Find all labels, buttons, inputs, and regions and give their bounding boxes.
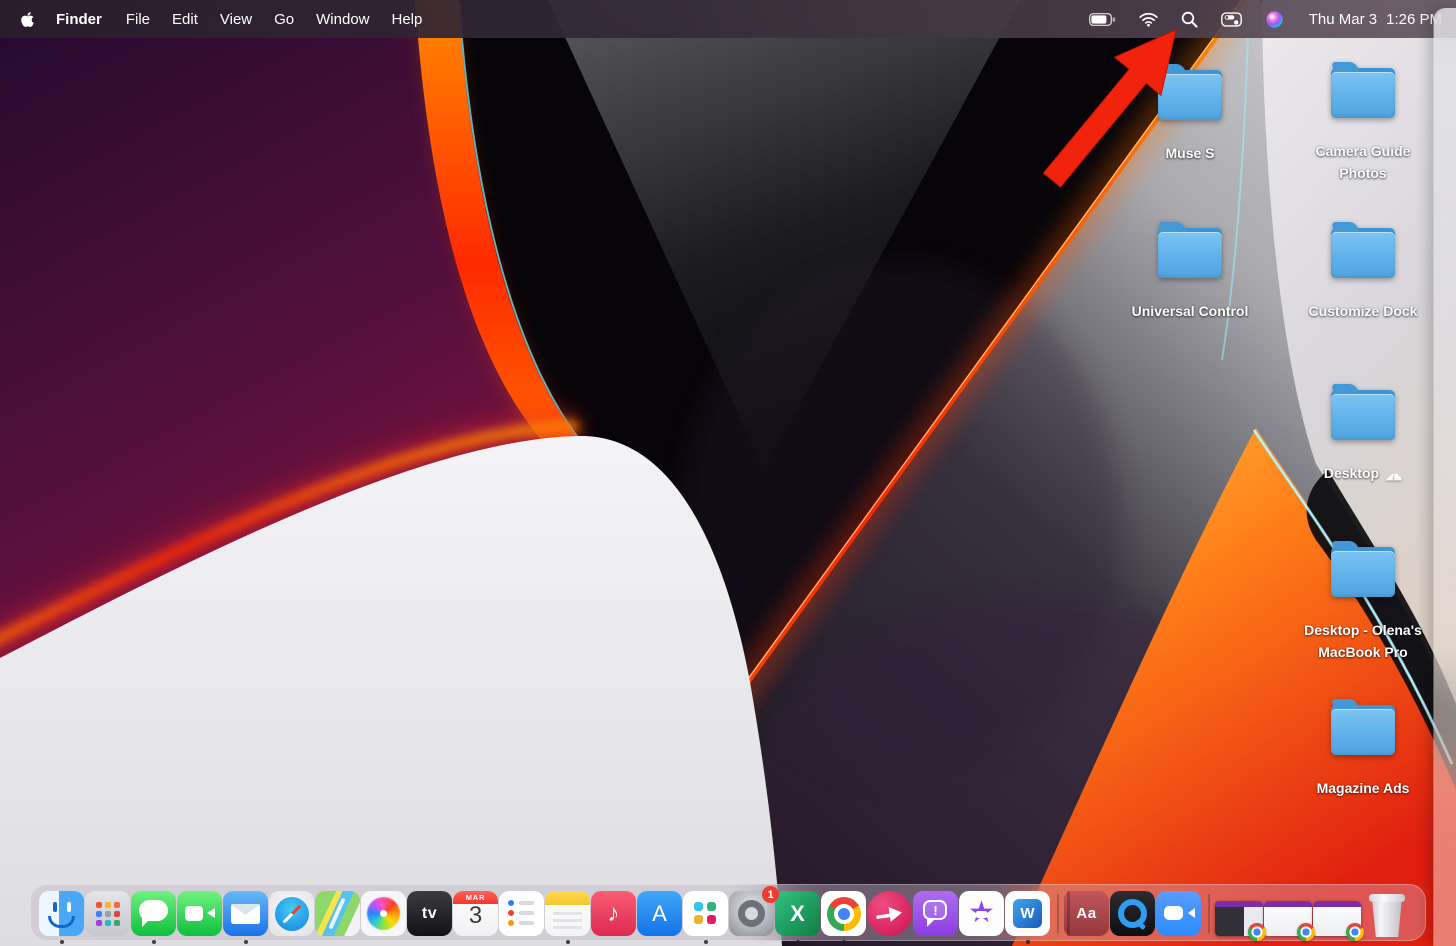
window-edge-panel[interactable]: [1434, 8, 1456, 946]
menu-window[interactable]: Window: [305, 11, 380, 28]
running-indicator: [566, 940, 570, 944]
dock-notes-icon[interactable]: [545, 891, 590, 936]
dock-alertchat-icon[interactable]: !: [913, 891, 958, 936]
menu-help[interactable]: Help: [381, 11, 434, 28]
menu-view[interactable]: View: [209, 11, 263, 28]
folder-icon: [1331, 68, 1395, 118]
folder-icon: [1158, 228, 1222, 278]
battery-icon[interactable]: [1081, 13, 1124, 26]
chrome-badge-icon: [1248, 923, 1266, 941]
menu-go[interactable]: Go: [263, 11, 305, 28]
desktop-icon-magazine-ads[interactable]: Magazine Ads: [1288, 705, 1438, 799]
running-indicator: [704, 940, 708, 944]
dock-chrome-icon[interactable]: [821, 891, 866, 936]
dock-zoomapp-icon[interactable]: [1156, 891, 1201, 936]
desktop-icon-universal-control[interactable]: Universal Control: [1115, 228, 1265, 322]
icon-glyph: W: [1005, 891, 1050, 936]
dock: tvMAR3 ♪A 1X!★W Aa: [30, 884, 1426, 941]
dock-trash-icon[interactable]: [1367, 891, 1407, 937]
dock-window-min-icon[interactable]: [1313, 901, 1361, 936]
icon-glyph: !: [913, 884, 958, 936]
calendar-day: 3: [453, 902, 498, 930]
desktop-icon-customize-dock[interactable]: Customize Dock: [1288, 228, 1438, 322]
menu-finder[interactable]: Finder: [45, 11, 115, 28]
menu-bar-clock[interactable]: Thu Mar 31:26 PM: [1299, 11, 1442, 28]
icon-glyph: A: [637, 891, 682, 936]
icon-glyph: ★: [959, 889, 1004, 936]
dock-separator: [1051, 891, 1063, 936]
calendar-month: MAR: [453, 893, 498, 902]
dock-word-icon[interactable]: W: [1005, 891, 1050, 936]
siri-icon[interactable]: [1257, 10, 1292, 29]
running-indicator: [152, 940, 156, 944]
dock-window-min-icon[interactable]: [1215, 901, 1263, 936]
icloud-download-icon: ☁↓: [1385, 466, 1402, 483]
icon-glyph: X: [775, 891, 820, 936]
desktop-icon-label: Muse S: [1165, 142, 1214, 164]
wifi-icon[interactable]: [1131, 12, 1166, 27]
spotlight-search-icon[interactable]: [1173, 11, 1206, 28]
apple-menu-icon[interactable]: [14, 11, 45, 28]
running-indicator: [60, 940, 64, 944]
dock-imovie-icon[interactable]: ★: [959, 891, 1004, 936]
icon-glyph: Aa: [1064, 891, 1109, 936]
dock-facetime-icon[interactable]: [177, 891, 222, 936]
desktop-icon-label: Desktop - Olena's MacBook Pro: [1288, 619, 1438, 664]
desktop-icon-label: Customize Dock: [1309, 300, 1418, 322]
dock-safari-icon[interactable]: [269, 891, 314, 936]
desktop-icon-desktop-olenas-macbook-pro[interactable]: Desktop - Olena's MacBook Pro: [1288, 547, 1438, 664]
dock-reminders-icon[interactable]: [499, 891, 544, 936]
folder-icon: [1331, 705, 1395, 755]
dock-dictionary-icon[interactable]: Aa: [1064, 891, 1109, 936]
dock-appletv-icon[interactable]: tv: [407, 891, 452, 936]
dock-appstore-icon[interactable]: A: [637, 891, 682, 936]
icon-glyph: tv: [407, 891, 452, 936]
control-center-icon[interactable]: [1213, 12, 1250, 27]
desktop-icon-desktop[interactable]: Desktop☁↓: [1288, 390, 1438, 484]
menu-bar: FinderFileEditViewGoWindowHelp Thu Mar 3…: [0, 0, 1456, 38]
running-indicator: [1026, 940, 1030, 944]
desktop-icon-label: Magazine Ads: [1317, 777, 1410, 799]
menu-edit[interactable]: Edit: [161, 11, 209, 28]
dock-finder-icon[interactable]: [39, 891, 84, 936]
menu-items: FinderFileEditViewGoWindowHelp: [45, 11, 433, 28]
running-indicator: [796, 940, 800, 944]
folder-icon: [1331, 390, 1395, 440]
desktop-icon-label: Desktop☁↓: [1324, 462, 1402, 484]
desktop-icon-label: Camera Guide Photos: [1293, 140, 1433, 185]
dock-excel-icon[interactable]: X: [775, 891, 820, 936]
folder-icon: [1331, 547, 1395, 597]
desktop-icon-label: Universal Control: [1132, 300, 1249, 322]
dock-sysprefs-icon[interactable]: 1: [729, 891, 774, 936]
menu-file[interactable]: File: [115, 11, 161, 28]
running-indicator: [842, 940, 846, 944]
dock-mail-icon[interactable]: [223, 891, 268, 936]
dock-maps-icon[interactable]: [315, 891, 360, 936]
icon-glyph: ♪: [591, 891, 636, 936]
dock-music-icon[interactable]: ♪: [591, 891, 636, 936]
dock-quicktime-icon[interactable]: [1110, 891, 1155, 936]
dock-photos-icon[interactable]: [361, 891, 406, 936]
dock-separator: [1202, 891, 1214, 936]
notification-badge: 1: [762, 886, 779, 903]
desktop-icon-camera-guide-photos[interactable]: Camera Guide Photos: [1288, 68, 1438, 185]
dock-launchpad-icon[interactable]: [85, 891, 130, 936]
dock-slack-icon[interactable]: [683, 891, 728, 936]
desktop-icon-muse-s[interactable]: Muse S: [1115, 70, 1265, 164]
chrome-badge-icon: [1297, 923, 1315, 941]
running-indicator: [244, 940, 248, 944]
dock-messages-icon[interactable]: [131, 891, 176, 936]
clock-date: Thu Mar 3: [1309, 11, 1377, 28]
folder-icon: [1158, 70, 1222, 120]
chrome-badge-icon: [1346, 923, 1364, 941]
dock-window-min-icon[interactable]: [1264, 901, 1312, 936]
folder-icon: [1331, 228, 1395, 278]
dock-calendar-icon[interactable]: MAR3: [453, 891, 498, 936]
dock-skitch-icon[interactable]: [867, 891, 912, 936]
